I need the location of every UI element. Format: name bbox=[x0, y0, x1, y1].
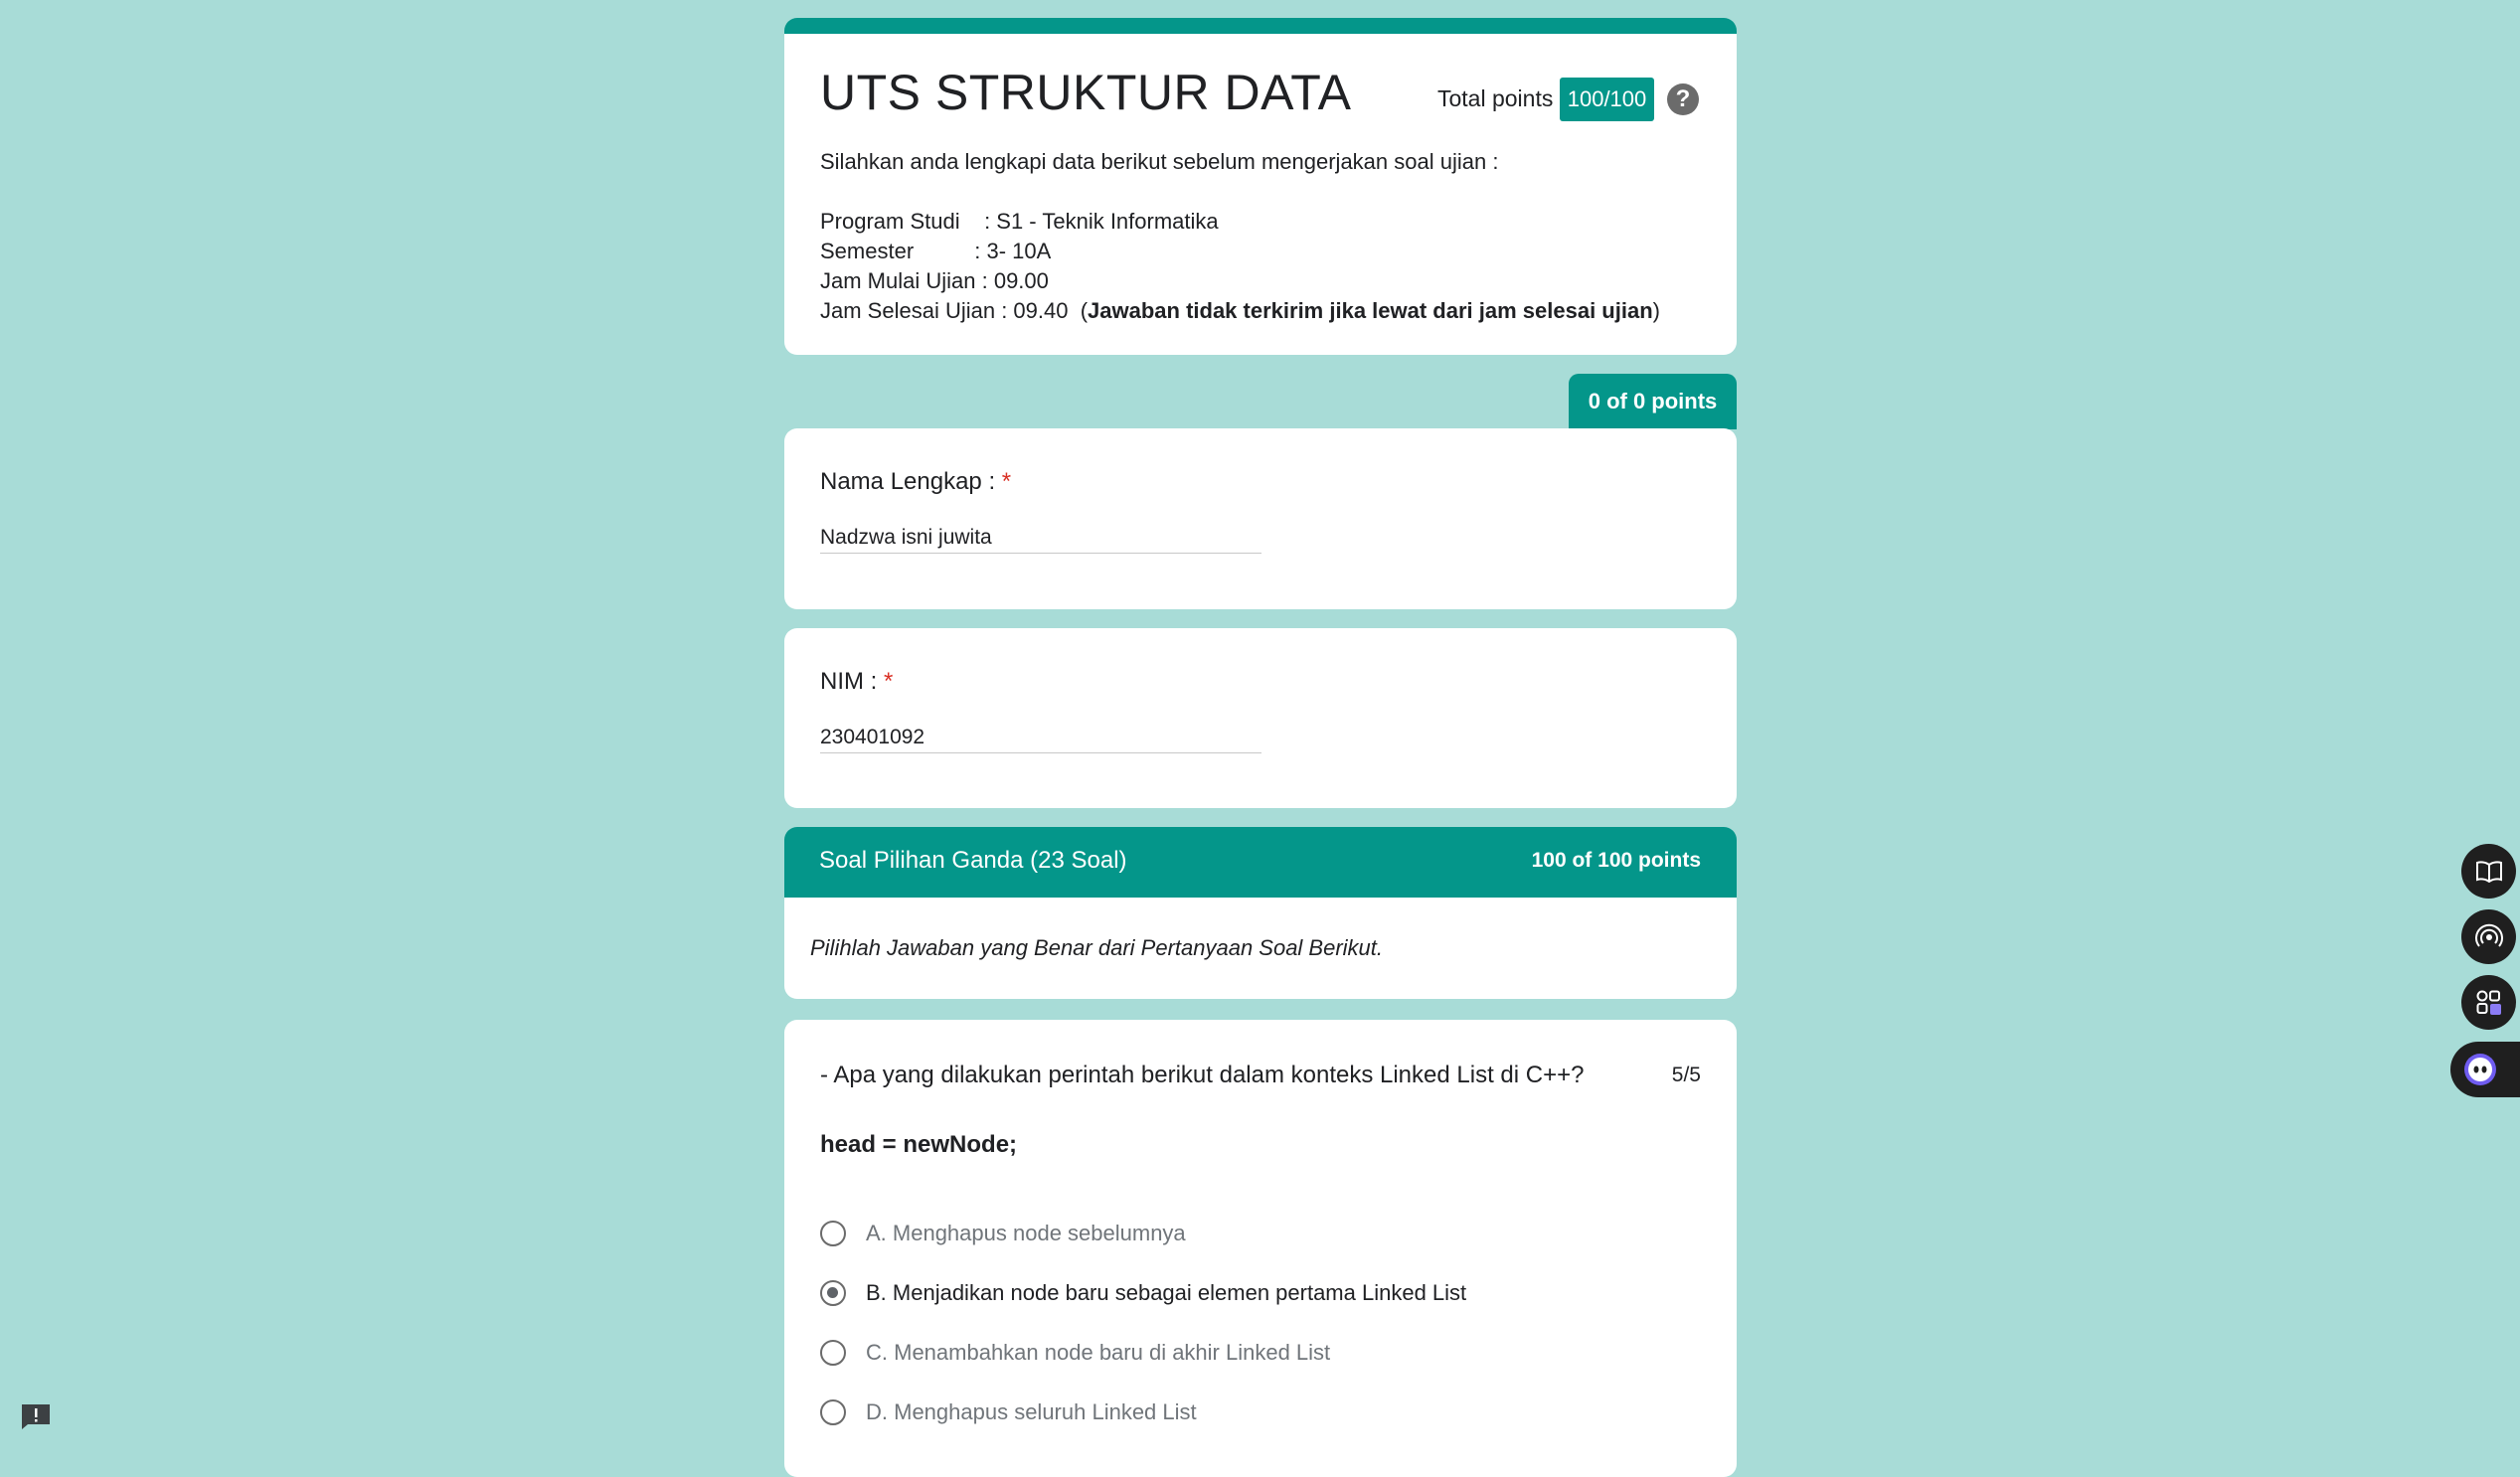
option-c[interactable]: C. Menambahkan node baru di akhir Linked… bbox=[820, 1336, 1330, 1370]
option-b[interactable]: B. Menjadikan node baru sebagai elemen p… bbox=[820, 1276, 1466, 1310]
name-answer-field[interactable]: Nadzwa isni juwita bbox=[820, 526, 1261, 554]
apps-icon[interactable] bbox=[2461, 975, 2516, 1030]
semester-line: Semester : 3- 10A bbox=[820, 239, 1052, 263]
total-points-label: Total points bbox=[1437, 85, 1554, 111]
form-title: UTS STRUKTUR DATA bbox=[820, 65, 1352, 120]
radio-button[interactable] bbox=[820, 1221, 846, 1246]
nim-question-label: NIM : * bbox=[820, 668, 893, 696]
broadcast-icon[interactable] bbox=[2461, 909, 2516, 964]
option-label: D. Menghapus seluruh Linked List bbox=[866, 1399, 1197, 1424]
option-label: B. Menjadikan node baru sebagai elemen p… bbox=[866, 1280, 1467, 1305]
question-card: - Apa yang dilakukan perintah berikut da… bbox=[784, 1020, 1737, 1477]
name-label-text: Nama Lengkap : bbox=[820, 468, 996, 495]
name-question-card: Nama Lengkap : * Nadzwa isni juwita bbox=[784, 428, 1737, 609]
book-icon[interactable] bbox=[2461, 844, 2516, 899]
assistant-icon[interactable] bbox=[2450, 1042, 2520, 1097]
section-header: Soal Pilihan Ganda (23 Soal) 100 of 100 … bbox=[784, 827, 1737, 898]
radio-button[interactable] bbox=[820, 1399, 846, 1425]
question-score: 5/5 bbox=[1671, 1064, 1701, 1086]
program-line: Program Studi : S1 - Teknik Informatika bbox=[820, 209, 1219, 234]
end-time-line: Jam Selesai Ujian : 09.40 (Jawaban tidak… bbox=[820, 298, 1660, 324]
info-points-tab: 0 of 0 points bbox=[1569, 374, 1737, 429]
radio-button-selected[interactable] bbox=[820, 1280, 846, 1306]
question-text: - Apa yang dilakukan perintah berikut da… bbox=[820, 1062, 1585, 1088]
nim-label-text: NIM : bbox=[820, 668, 878, 695]
end-time-suffix: ) bbox=[1652, 298, 1660, 323]
total-points-badge: 100/100 bbox=[1560, 78, 1654, 121]
option-label: C. Menambahkan node baru di akhir Linked… bbox=[866, 1340, 1331, 1365]
end-time-prefix: Jam Selesai Ujian : 09.40 ( bbox=[820, 298, 1089, 323]
section-description-card: Pilihlah Jawaban yang Benar dari Pertany… bbox=[784, 898, 1737, 999]
section-points: 100 of 100 points bbox=[1531, 849, 1701, 872]
option-label: A. Menghapus node sebelumnya bbox=[866, 1221, 1186, 1245]
nim-question-card: NIM : * 230401092 bbox=[784, 628, 1737, 808]
required-marker: * bbox=[884, 668, 894, 695]
section-title: Soal Pilihan Ganda (23 Soal) bbox=[819, 847, 1127, 874]
form-intro: Silahkan anda lengkapi data berikut sebe… bbox=[820, 149, 1499, 174]
end-time-warning: Jawaban tidak terkirim jika lewat dari j… bbox=[1088, 298, 1653, 323]
option-d[interactable]: D. Menghapus seluruh Linked List bbox=[820, 1395, 1197, 1429]
section-description: Pilihlah Jawaban yang Benar dari Pertany… bbox=[810, 935, 1384, 960]
required-marker: * bbox=[1001, 468, 1012, 495]
start-time-line: Jam Mulai Ujian : 09.00 bbox=[820, 268, 1049, 293]
feedback-icon[interactable] bbox=[20, 1402, 52, 1430]
option-a[interactable]: A. Menghapus node sebelumnya bbox=[820, 1217, 1186, 1250]
help-icon[interactable]: ? bbox=[1667, 83, 1699, 115]
nim-answer-field[interactable]: 230401092 bbox=[820, 726, 1261, 753]
question-code: head = newNode; bbox=[820, 1131, 1018, 1158]
radio-button[interactable] bbox=[820, 1340, 846, 1366]
name-question-label: Nama Lengkap : * bbox=[820, 468, 1011, 496]
form-header-card: UTS STRUKTUR DATA Total points 100/100 ?… bbox=[784, 18, 1737, 355]
